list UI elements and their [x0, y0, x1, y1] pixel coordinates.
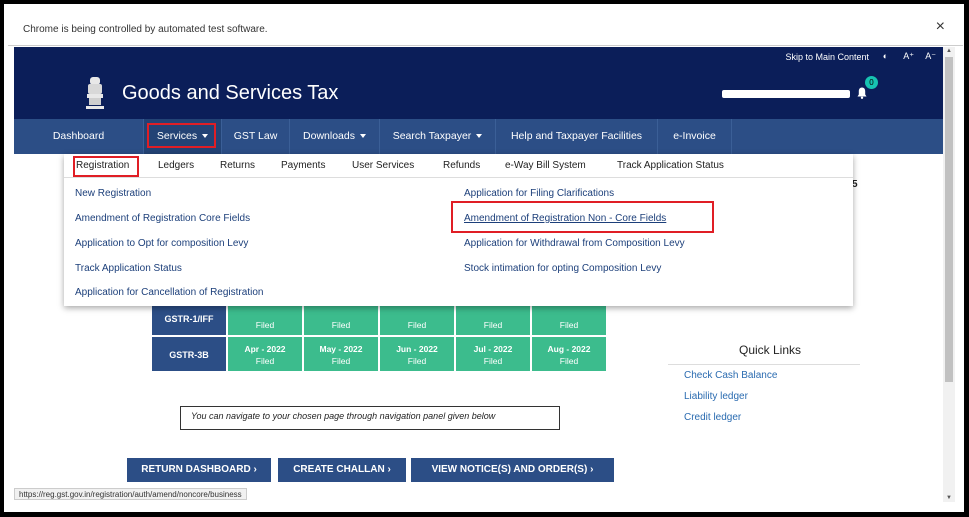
return-period: Jun - 2022	[396, 344, 438, 354]
notification-bell-icon[interactable]	[857, 87, 867, 99]
link-cancellation-registration[interactable]: Application for Cancellation of Registra…	[75, 287, 263, 298]
nav-label: Help and Taxpayer Facilities	[510, 130, 643, 142]
return-status-cell[interactable]: Jun - 2022 Filed	[379, 336, 455, 372]
national-emblem-icon	[86, 77, 104, 109]
return-status-cell[interactable]: Jul - 2022 Filed	[455, 336, 531, 372]
quick-link-liability-ledger[interactable]: Liability ledger	[684, 391, 748, 402]
page-scrollbar[interactable]: ▲ ▼	[943, 47, 955, 502]
site-title[interactable]: Goods and Services Tax	[122, 82, 338, 105]
filed-status: Filed	[407, 356, 427, 366]
return-dashboard-button[interactable]: RETURN DASHBOARD ›	[127, 458, 271, 482]
font-increase-button[interactable]: A⁺	[903, 51, 914, 62]
nav-e-invoice[interactable]: e-Invoice	[658, 119, 732, 154]
link-withdrawal-composition-levy[interactable]: Application for Withdrawal from Composit…	[464, 238, 685, 249]
nav-gst-law[interactable]: GST Law	[222, 119, 290, 154]
subnav-track-application-status[interactable]: Track Application Status	[617, 160, 724, 171]
navigation-note: You can navigate to your chosen page thr…	[180, 406, 560, 430]
filed-status: Filed	[483, 356, 503, 366]
filed-status: Filed	[483, 320, 503, 330]
main-navigation: Dashboard Services GST Law Downloads Sea…	[14, 119, 943, 154]
nav-label: GST Law	[233, 130, 278, 142]
infobar-message: Chrome is being controlled by automated …	[23, 24, 268, 35]
chevron-down-icon	[359, 134, 366, 139]
nav-label: e-Invoice	[673, 130, 716, 142]
link-track-application-status[interactable]: Track Application Status	[75, 263, 182, 274]
font-decrease-button[interactable]: A⁻	[925, 51, 936, 62]
nav-search-taxpayer[interactable]: Search Taxpayer	[380, 119, 496, 154]
nav-help-taxpayer-facilities[interactable]: Help and Taxpayer Facilities	[496, 119, 658, 154]
nav-dashboard[interactable]: Dashboard	[14, 119, 144, 154]
nav-label: Search Taxpayer	[392, 130, 472, 142]
return-status-cell[interactable]: May - 2022 Filed	[303, 336, 379, 372]
quick-link-credit-ledger[interactable]: Credit ledger	[684, 412, 741, 423]
site-header: Skip to Main Content ◐ A⁺ A⁻ Goods and S…	[14, 47, 943, 119]
return-period: May - 2022	[319, 344, 363, 354]
return-type-label: GSTR-3B	[151, 336, 227, 372]
filed-status: Filed	[255, 356, 275, 366]
return-period: Apr - 2022	[244, 344, 286, 354]
quick-links-title: Quick Links	[739, 343, 802, 357]
infobar-close-icon[interactable]: ×	[936, 18, 945, 36]
services-subnav: Registration Ledgers Returns Payments Us…	[64, 154, 853, 178]
link-filing-clarifications[interactable]: Application for Filing Clarifications	[464, 188, 614, 199]
chevron-down-icon	[476, 134, 483, 139]
return-period: Jul - 2022	[473, 344, 513, 354]
highlight-registration	[73, 156, 139, 177]
redacted-username[interactable]	[722, 90, 850, 98]
automation-infobar: Chrome is being controlled by automated …	[8, 12, 963, 46]
browser-status-url: https://reg.gst.gov.in/registration/auth…	[14, 488, 247, 500]
filed-status: Filed	[407, 320, 427, 330]
highlight-amend-non-core	[451, 201, 714, 233]
return-status-cell[interactable]: Aug - 2022 Filed	[531, 336, 607, 372]
filed-status: Filed	[559, 356, 579, 366]
subnav-e-way-bill-system[interactable]: e-Way Bill System	[505, 160, 586, 171]
filed-status: Filed	[559, 320, 579, 330]
scroll-thumb[interactable]	[945, 57, 953, 382]
quick-links-divider	[668, 364, 860, 365]
scroll-up-icon[interactable]: ▲	[946, 48, 952, 54]
link-opt-composition-levy[interactable]: Application to Opt for composition Levy	[75, 238, 248, 249]
gst-portal-page: Skip to Main Content ◐ A⁺ A⁻ Goods and S…	[14, 47, 943, 502]
subnav-ledgers[interactable]: Ledgers	[158, 160, 194, 171]
create-challan-button[interactable]: CREATE CHALLAN ›	[278, 458, 406, 482]
return-status-cell[interactable]: Apr - 2022 Filed	[227, 336, 303, 372]
link-stock-intimation-composition[interactable]: Stock intimation for opting Composition …	[464, 263, 661, 274]
filed-status: Filed	[255, 320, 275, 330]
quick-link-check-cash-balance[interactable]: Check Cash Balance	[684, 370, 777, 381]
screenshot-frame: Chrome is being controlled by automated …	[0, 0, 969, 517]
contrast-toggle-icon[interactable]: ◐	[883, 51, 888, 61]
services-dropdown-menu: Registration Ledgers Returns Payments Us…	[64, 154, 853, 306]
subnav-returns[interactable]: Returns	[220, 160, 255, 171]
scroll-down-icon[interactable]: ▼	[946, 495, 952, 501]
skip-to-main-link[interactable]: Skip to Main Content	[785, 52, 869, 62]
filed-status: Filed	[331, 320, 351, 330]
nav-downloads[interactable]: Downloads	[290, 119, 380, 154]
link-amend-core-fields[interactable]: Amendment of Registration Core Fields	[75, 213, 250, 224]
nav-label: Dashboard	[52, 130, 105, 142]
notification-count-badge: 0	[865, 76, 878, 89]
subnav-user-services[interactable]: User Services	[352, 160, 414, 171]
nav-label: Downloads	[303, 130, 355, 142]
link-new-registration[interactable]: New Registration	[75, 188, 151, 199]
filed-status: Filed	[331, 356, 351, 366]
subnav-refunds[interactable]: Refunds	[443, 160, 480, 171]
highlight-services	[147, 123, 216, 148]
return-period: Aug - 2022	[547, 344, 591, 354]
subnav-payments[interactable]: Payments	[281, 160, 325, 171]
view-notices-orders-button[interactable]: VIEW NOTICE(S) AND ORDER(S) ›	[411, 458, 614, 482]
